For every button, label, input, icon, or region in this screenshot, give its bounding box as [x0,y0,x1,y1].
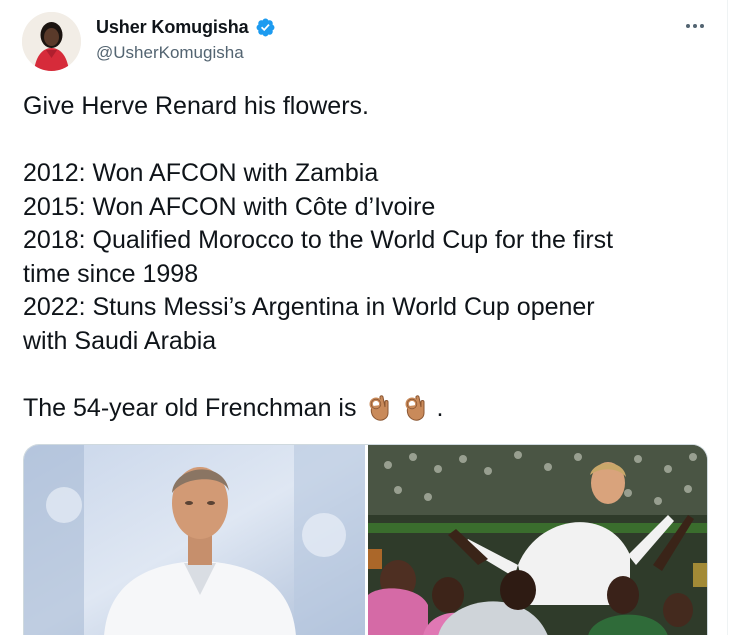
more-options-button[interactable] [683,14,707,38]
photo-coach-portrait[interactable] [24,445,365,635]
tweet-line: The 54-year old Frenchman is [23,393,357,422]
photo-celebration[interactable] [368,445,707,635]
tweet-card: Usher Komugisha @UsherKomugisha Give Her… [0,0,728,635]
more-dots-icon [686,24,704,28]
author-name-row[interactable]: Usher Komugisha [96,17,276,38]
tweet-line: with Saudi Arabia [23,326,217,355]
tweet-line: 2015: Won AFCON with Côte d’Ivoire [23,192,436,221]
tweet-line: Give Herve Renard his flowers. [23,92,369,120]
tweet-last-line: The 54-year old Frenchman is . [23,392,713,426]
tweet-line: 2012: Won AFCON with Zambia [23,159,379,187]
avatar[interactable] [22,12,81,71]
author-name[interactable]: Usher Komugisha [96,17,249,38]
media-grid [23,444,708,635]
ok-hand-icon [405,394,425,421]
tweet-line: time since 1998 [23,259,199,288]
photo-coach-portrait-image [24,445,365,635]
author-handle[interactable]: @UsherKomugisha [96,43,244,63]
verified-badge-icon [256,18,274,37]
tweet-body: Give Herve Renard his flowers. 2012: Won… [23,90,713,425]
avatar-image [22,12,81,71]
tweet-line: 2018: Qualified Morocco to the World Cup… [23,226,614,254]
ok-hand-icon [369,394,389,421]
photo-celebration-image [368,445,707,635]
trailing-period: . [436,393,444,422]
tweet-line: 2022: Stuns Messi’s Argentina in World C… [23,293,595,321]
